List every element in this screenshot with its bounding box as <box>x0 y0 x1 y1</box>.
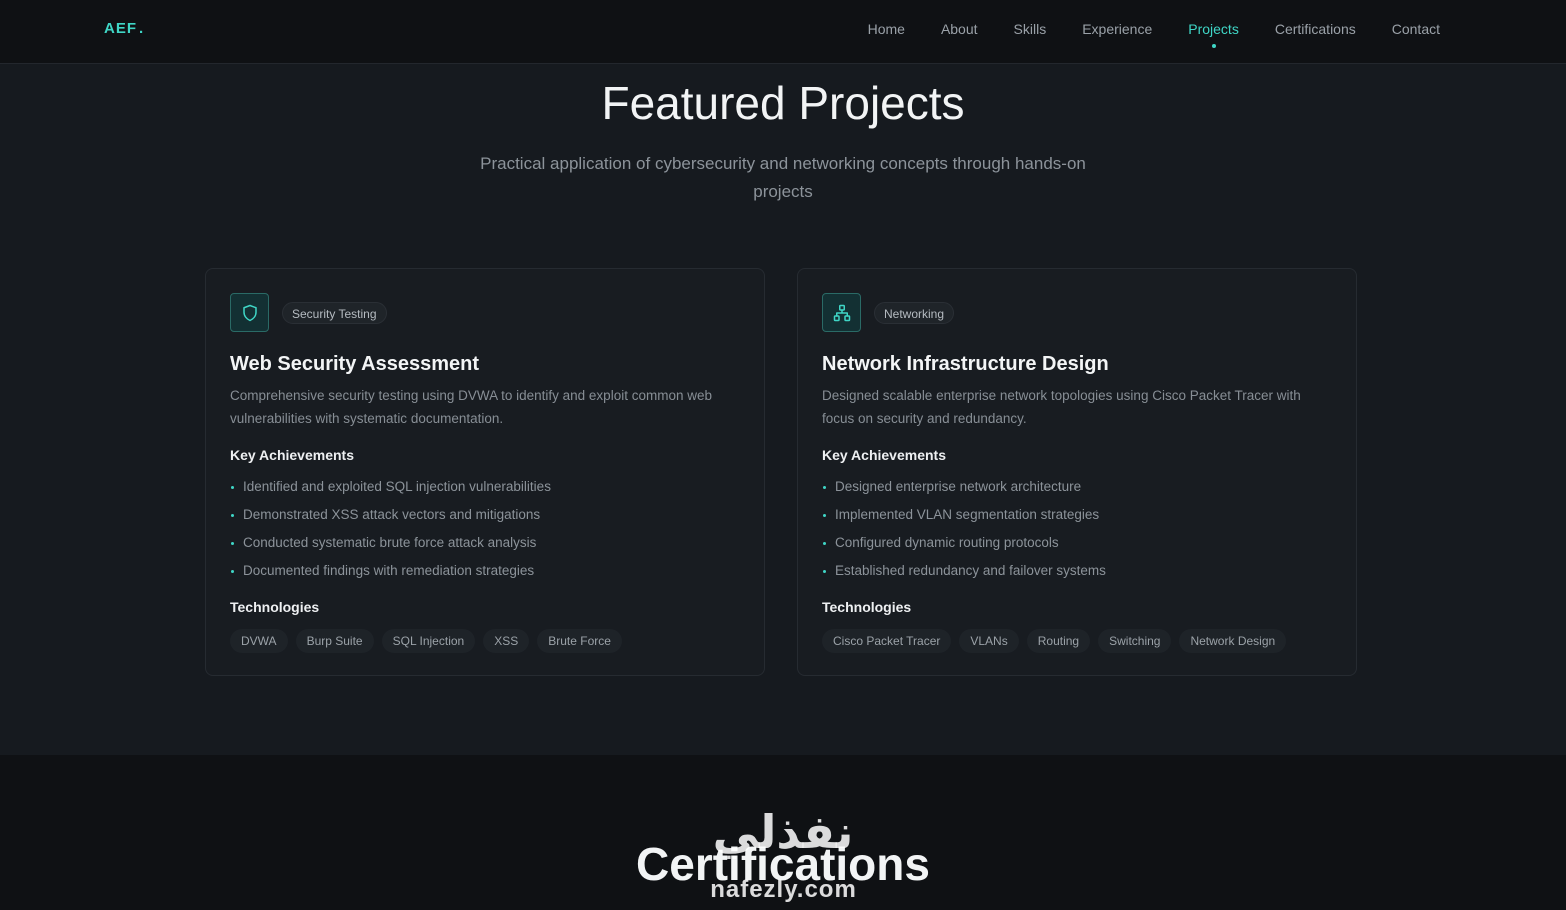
project-card-web-security: Security Testing Web Security Assessment… <box>205 268 765 676</box>
bullet-dot-icon <box>823 542 826 545</box>
site-logo[interactable]: AEF. <box>104 20 144 37</box>
nav-link-about[interactable]: About <box>941 21 978 37</box>
tech-tag: VLANs <box>959 629 1019 653</box>
tech-tag: SQL Injection <box>381 629 476 653</box>
category-badge: Networking <box>874 302 955 324</box>
bullet-dot-icon <box>231 570 234 573</box>
technologies-heading: Technologies <box>822 599 912 615</box>
watermark-arabic: نفذلي <box>712 805 854 859</box>
tech-tag: Network Design <box>1179 629 1287 653</box>
section-subtitle: Practical application of cybersecurity a… <box>480 154 1086 201</box>
tech-tag: Routing <box>1026 629 1091 653</box>
logo-dot: . <box>139 20 145 37</box>
network-icon <box>822 293 861 332</box>
nav-link-experience[interactable]: Experience <box>1082 21 1152 37</box>
tech-tag: Cisco Packet Tracer <box>822 629 952 653</box>
list-item: Demonstrated XSS attack vectors and miti… <box>230 505 551 533</box>
list-item: Documented findings with remediation str… <box>230 561 551 589</box>
section-title: Featured Projects <box>601 77 965 129</box>
tech-tag: Burp Suite <box>295 629 374 653</box>
achievements-list: Identified and exploited SQL injection v… <box>230 477 551 589</box>
achievement-text: Implemented VLAN segmentation strategies <box>835 507 1100 522</box>
nav-link-contact[interactable]: Contact <box>1392 21 1440 37</box>
bullet-dot-icon <box>231 542 234 545</box>
top-navbar: AEF. Home About Skills Experience Projec… <box>0 0 1566 64</box>
list-item: Configured dynamic routing protocols <box>822 533 1106 561</box>
achievement-text: Identified and exploited SQL injection v… <box>243 479 551 494</box>
technologies-heading: Technologies <box>230 599 320 615</box>
project-title: Web Security Assessment <box>230 353 479 375</box>
category-badge: Security Testing <box>282 302 387 324</box>
achievement-text: Demonstrated XSS attack vectors and miti… <box>243 507 541 522</box>
project-title: Network Infrastructure Design <box>822 353 1109 375</box>
achievements-heading: Key Achievements <box>230 447 354 463</box>
project-description: Designed scalable enterprise network top… <box>822 388 1301 426</box>
achievement-text: Configured dynamic routing protocols <box>835 535 1059 550</box>
list-item: Established redundancy and failover syst… <box>822 561 1106 589</box>
nav-links: Home About Skills Experience Projects Ce… <box>832 21 1440 37</box>
technology-tags: Cisco Packet Tracer VLANs Routing Switch… <box>822 629 1287 653</box>
tech-tag: XSS <box>483 629 530 653</box>
achievement-text: Documented findings with remediation str… <box>243 563 535 578</box>
list-item: Identified and exploited SQL injection v… <box>230 477 551 505</box>
achievement-text: Established redundancy and failover syst… <box>835 563 1106 578</box>
bullet-dot-icon <box>823 514 826 517</box>
list-item: Designed enterprise network architecture <box>822 477 1106 505</box>
bullet-dot-icon <box>231 514 234 517</box>
technology-tags: DVWA Burp Suite SQL Injection XSS Brute … <box>230 629 622 653</box>
nav-link-home[interactable]: Home <box>868 21 905 37</box>
tech-tag: Brute Force <box>537 629 622 653</box>
list-item: Conducted systematic brute force attack … <box>230 533 551 561</box>
logo-text[interactable]: AEF <box>104 20 137 37</box>
nav-link-certifications[interactable]: Certifications <box>1275 21 1356 37</box>
watermark-latin: nafezly.com <box>710 876 857 903</box>
achievement-text: Designed enterprise network architecture <box>835 479 1082 494</box>
project-description: Comprehensive security testing using DVW… <box>230 388 712 426</box>
bullet-dot-icon <box>231 486 234 489</box>
nav-link-skills[interactable]: Skills <box>1014 21 1047 37</box>
bullet-dot-icon <box>823 486 826 489</box>
tech-tag: Switching <box>1098 629 1172 653</box>
achievements-heading: Key Achievements <box>822 447 946 463</box>
list-item: Implemented VLAN segmentation strategies <box>822 505 1106 533</box>
project-card-network-design: Networking Network Infrastructure Design… <box>797 268 1357 676</box>
nav-link-projects[interactable]: Projects <box>1188 21 1239 37</box>
achievement-text: Conducted systematic brute force attack … <box>243 535 537 550</box>
achievements-list: Designed enterprise network architecture… <box>822 477 1106 589</box>
tech-tag: DVWA <box>230 629 288 653</box>
shield-icon <box>230 293 269 332</box>
bullet-dot-icon <box>823 570 826 573</box>
